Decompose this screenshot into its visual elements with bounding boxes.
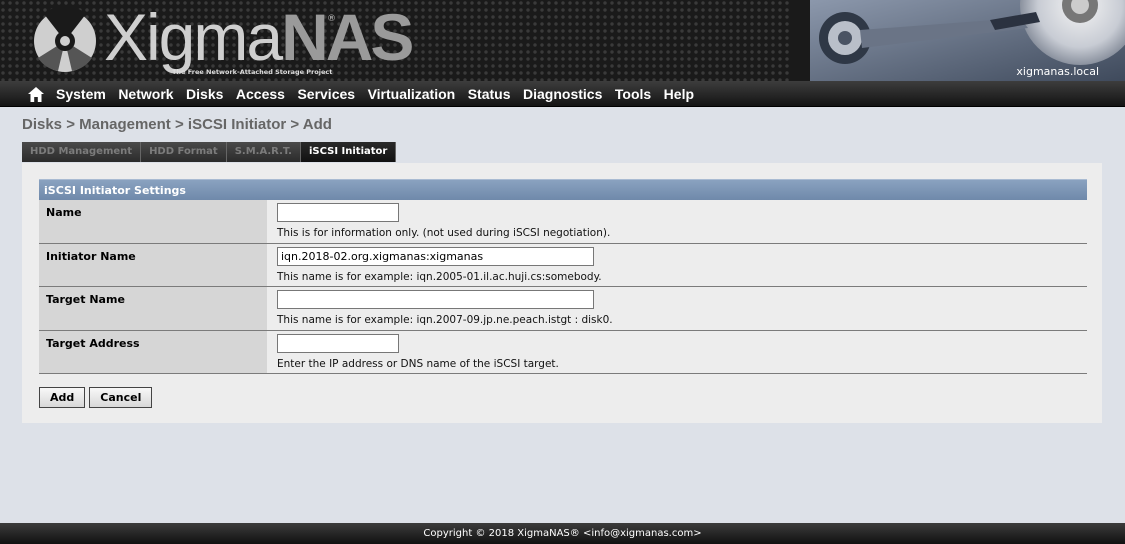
form-row-target-name: Target Name This name is for example: iq… <box>39 287 1087 331</box>
tagline: The Free Network-Attached Storage Projec… <box>172 68 333 76</box>
xigmanas-logo-icon <box>34 8 96 72</box>
name-input[interactable] <box>277 203 399 222</box>
nav-item-help[interactable]: Help <box>664 86 694 102</box>
content-panel: iSCSI Initiator Settings Name This is fo… <box>22 163 1102 423</box>
form-buttons: Add Cancel <box>39 387 156 408</box>
cancel-button[interactable]: Cancel <box>89 387 153 408</box>
tab-bar: HDD Management HDD Format S.M.A.R.T. iSC… <box>22 142 397 162</box>
nav-menu: System Network Disks Access Services Vir… <box>56 81 707 107</box>
field-cell: This is for information only. (not used … <box>268 200 1087 243</box>
section-title: iSCSI Initiator Settings <box>39 179 1087 200</box>
nav-item-disks[interactable]: Disks <box>186 86 223 102</box>
registered-mark: ® <box>327 14 336 24</box>
field-label: Name <box>39 200 268 243</box>
settings-form: Name This is for information only. (not … <box>39 200 1087 374</box>
home-icon[interactable] <box>28 87 44 102</box>
field-label: Initiator Name <box>39 244 268 286</box>
field-cell: This name is for example: iqn.2007-09.jp… <box>268 287 1087 330</box>
target-name-input[interactable] <box>277 290 594 309</box>
field-label: Target Address <box>39 331 268 373</box>
nav-item-access[interactable]: Access <box>236 86 285 102</box>
field-hint: This is for information only. (not used … <box>277 227 611 239</box>
initiator-name-input[interactable] <box>277 247 594 266</box>
tab-hdd-format[interactable]: HDD Format <box>141 142 227 162</box>
header-banner: XigmaNAS ® The Free Network-Attached Sto… <box>0 0 1125 81</box>
nav-item-tools[interactable]: Tools <box>615 86 651 102</box>
hostname-label: xigmanas.local <box>1016 65 1099 78</box>
field-hint: Enter the IP address or DNS name of the … <box>277 358 559 370</box>
target-address-input[interactable] <box>277 334 399 353</box>
field-hint: This name is for example: iqn.2005-01.il… <box>277 271 602 283</box>
tab-iscsi-initiator[interactable]: iSCSI Initiator <box>300 142 397 162</box>
nav-item-status[interactable]: Status <box>468 86 511 102</box>
field-cell: Enter the IP address or DNS name of the … <box>268 331 1087 373</box>
field-cell: This name is for example: iqn.2005-01.il… <box>268 244 1087 286</box>
main-nav-bar: System Network Disks Access Services Vir… <box>0 81 1125 107</box>
tab-hdd-management[interactable]: HDD Management <box>22 142 142 162</box>
field-hint: This name is for example: iqn.2007-09.jp… <box>277 314 613 326</box>
nav-item-services[interactable]: Services <box>297 86 355 102</box>
nav-item-network[interactable]: Network <box>118 86 173 102</box>
breadcrumb: Disks > Management > iSCSI Initiator > A… <box>22 116 332 133</box>
form-row-target-address: Target Address Enter the IP address or D… <box>39 331 1087 374</box>
nav-item-diagnostics[interactable]: Diagnostics <box>523 86 602 102</box>
footer-copyright: Copyright © 2018 XigmaNAS® <info@xigmana… <box>0 523 1125 544</box>
form-row-initiator-name: Initiator Name This name is for example:… <box>39 244 1087 287</box>
form-row-name: Name This is for information only. (not … <box>39 200 1087 244</box>
add-button[interactable]: Add <box>39 387 86 408</box>
nav-item-system[interactable]: System <box>56 86 106 102</box>
tab-smart[interactable]: S.M.A.R.T. <box>226 142 301 162</box>
field-label: Target Name <box>39 287 268 330</box>
logo-wordmark: XigmaNAS <box>104 0 414 74</box>
nav-item-virtualization[interactable]: Virtualization <box>368 86 456 102</box>
